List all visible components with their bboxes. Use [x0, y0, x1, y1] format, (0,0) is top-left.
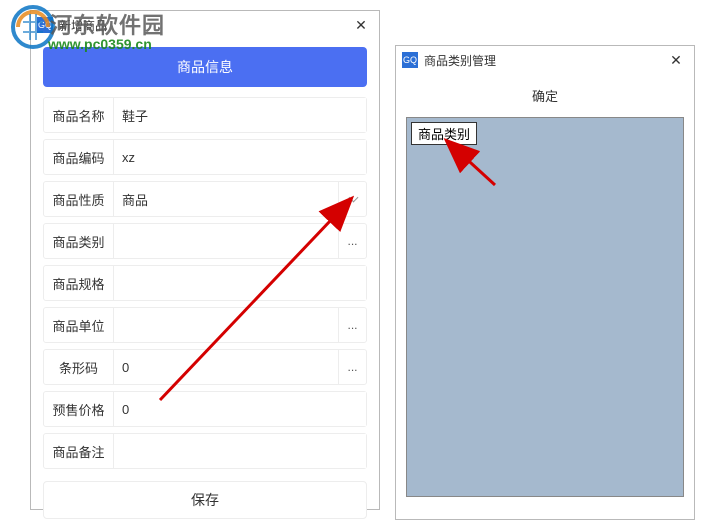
field-product-code: 商品编码	[43, 139, 367, 175]
category-manage-window: GQ 商品类别管理 ✕ 确定 商品类别	[395, 45, 695, 520]
field-product-spec: 商品规格	[43, 265, 367, 301]
app-icon: GQ	[37, 17, 53, 33]
field-product-name: 商品名称	[43, 97, 367, 133]
confirm-button[interactable]: 确定	[406, 74, 684, 117]
titlebar: GQ 新增商品 ✕	[31, 11, 379, 39]
label-barcode: 条形码	[44, 350, 114, 384]
input-product-category[interactable]	[114, 224, 338, 258]
input-price[interactable]	[114, 392, 366, 426]
app-icon: GQ	[402, 52, 418, 68]
category-tree-panel: 商品类别	[406, 117, 684, 497]
input-product-name[interactable]	[114, 98, 366, 132]
browse-unit-button[interactable]: ...	[338, 308, 366, 342]
select-product-nature[interactable]: 商品	[114, 182, 338, 216]
close-icon[interactable]: ✕	[349, 13, 373, 37]
field-product-category: 商品类别 ...	[43, 223, 367, 259]
field-product-nature: 商品性质 商品	[43, 181, 367, 217]
label-product-unit: 商品单位	[44, 308, 114, 342]
new-product-window: GQ 新增商品 ✕ 商品信息 商品名称 商品编码 商品性质 商品 商品类别 ..…	[30, 10, 380, 510]
input-barcode[interactable]	[114, 350, 338, 384]
field-remark: 商品备注	[43, 433, 367, 469]
label-product-code: 商品编码	[44, 140, 114, 174]
label-remark: 商品备注	[44, 434, 114, 468]
window-title: 商品类别管理	[424, 52, 664, 69]
window-title: 新增商品	[59, 17, 349, 34]
browse-barcode-button[interactable]: ...	[338, 350, 366, 384]
label-product-nature: 商品性质	[44, 182, 114, 216]
label-product-name: 商品名称	[44, 98, 114, 132]
chevron-down-icon[interactable]	[338, 182, 366, 216]
browse-category-button[interactable]: ...	[338, 224, 366, 258]
tab-product-info[interactable]: 商品信息	[43, 47, 367, 87]
label-price: 预售价格	[44, 392, 114, 426]
input-product-unit[interactable]	[114, 308, 338, 342]
form-content: 商品信息 商品名称 商品编码 商品性质 商品 商品类别 ... 商品规格 商品单…	[31, 39, 379, 527]
field-barcode: 条形码 ...	[43, 349, 367, 385]
category-content: 确定 商品类别	[396, 74, 694, 507]
input-product-spec[interactable]	[114, 266, 366, 300]
field-price: 预售价格	[43, 391, 367, 427]
category-root-node[interactable]: 商品类别	[411, 122, 477, 145]
save-button[interactable]: 保存	[43, 481, 367, 519]
titlebar: GQ 商品类别管理 ✕	[396, 46, 694, 74]
label-product-spec: 商品规格	[44, 266, 114, 300]
label-product-category: 商品类别	[44, 224, 114, 258]
input-product-code[interactable]	[114, 140, 366, 174]
input-remark[interactable]	[114, 434, 366, 468]
field-product-unit: 商品单位 ...	[43, 307, 367, 343]
close-icon[interactable]: ✕	[664, 48, 688, 72]
